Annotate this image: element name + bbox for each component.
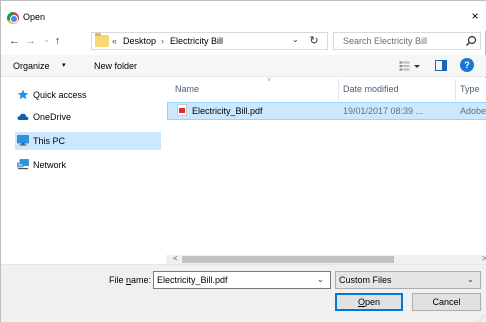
file-date-modified: 19/01/2017 08:39 ...	[343, 106, 424, 116]
star-icon	[17, 89, 29, 100]
column-divider[interactable]	[455, 79, 456, 101]
column-header-type[interactable]: Type	[460, 84, 480, 94]
breadcrumb-electricity-bill[interactable]: Electricity Bill	[170, 36, 223, 46]
file-type-value[interactable]: Custom Files	[339, 275, 392, 285]
file-name-value[interactable]: Electricity_Bill.pdf	[157, 275, 228, 285]
nav-item-network[interactable]: Network	[15, 156, 161, 174]
help-icon[interactable]: ?	[460, 58, 474, 72]
file-name-label-prefix: File	[109, 275, 127, 285]
up-arrow-icon[interactable]: ↑	[51, 34, 64, 48]
pdf-icon	[177, 104, 187, 116]
nav-item-label: Network	[33, 160, 67, 170]
chrome-icon	[7, 12, 19, 24]
open-button[interactable]: Open	[335, 293, 403, 311]
nav-item-this-pc[interactable]: This PC	[15, 132, 161, 150]
forward-arrow-icon[interactable]: →	[24, 34, 37, 48]
window-title: Open	[23, 12, 46, 22]
nav-item-label: Quick access	[33, 90, 87, 100]
search-placeholder: Search Electricity Bill	[343, 36, 428, 46]
organize-button[interactable]: Organize	[13, 61, 50, 71]
open-label-rest: pen	[364, 297, 381, 307]
file-name[interactable]: Electricity_Bill.pdf	[192, 106, 263, 116]
back-arrow-icon[interactable]: ←	[8, 34, 21, 48]
refresh-button[interactable]: ↻	[306, 33, 322, 49]
column-header-date-modified[interactable]: Date modified	[343, 84, 399, 94]
address-dropdown-icon[interactable]: ⌄	[292, 35, 299, 44]
column-header-name[interactable]: Name	[175, 84, 199, 94]
open-access-key: O	[357, 297, 365, 307]
breadcrumb-separator[interactable]: ›	[161, 36, 164, 46]
organize-dropdown-icon[interactable]: ▾	[62, 61, 66, 69]
nav-item-label: This PC	[33, 136, 66, 146]
search-icon[interactable]	[464, 34, 478, 48]
folder-icon	[95, 33, 109, 47]
nav-item-quick-access[interactable]: Quick access	[15, 86, 161, 104]
file-name-dropdown-icon[interactable]: ⌄	[317, 275, 324, 284]
nav-item-label: OneDrive	[33, 112, 72, 122]
file-name-label-suffix: ame:	[131, 275, 152, 285]
nav-item-onedrive[interactable]: OneDrive	[15, 108, 161, 126]
close-button[interactable]: ×	[467, 9, 483, 23]
title-bar	[1, 1, 486, 31]
breadcrumb-desktop[interactable]: Desktop	[123, 36, 156, 46]
open-dialog: Open × ← → ⌄ ↑ « Desktop › Electricity B…	[0, 0, 486, 322]
scroll-left-icon[interactable]: <	[173, 254, 178, 263]
sort-indicator-icon: ˅	[267, 77, 272, 84]
preview-pane-icon[interactable]	[435, 60, 447, 71]
resize-grip[interactable]: ⋰	[479, 315, 485, 322]
column-divider[interactable]	[338, 79, 339, 101]
cloud-icon	[17, 113, 29, 120]
file-type-dropdown-icon[interactable]: ⌄	[467, 275, 474, 284]
file-type: Adobe	[460, 106, 486, 116]
breadcrumb-overflow[interactable]: «	[112, 36, 117, 46]
file-name-label: File name:	[109, 275, 151, 285]
network-icon	[17, 159, 29, 170]
monitor-icon	[17, 135, 29, 146]
cancel-button[interactable]: Cancel	[412, 293, 481, 311]
scroll-right-icon[interactable]: >	[482, 254, 486, 263]
scrollbar-thumb[interactable]	[182, 256, 394, 263]
change-view-icon[interactable]	[399, 60, 421, 72]
new-folder-button[interactable]: New folder	[94, 61, 137, 71]
